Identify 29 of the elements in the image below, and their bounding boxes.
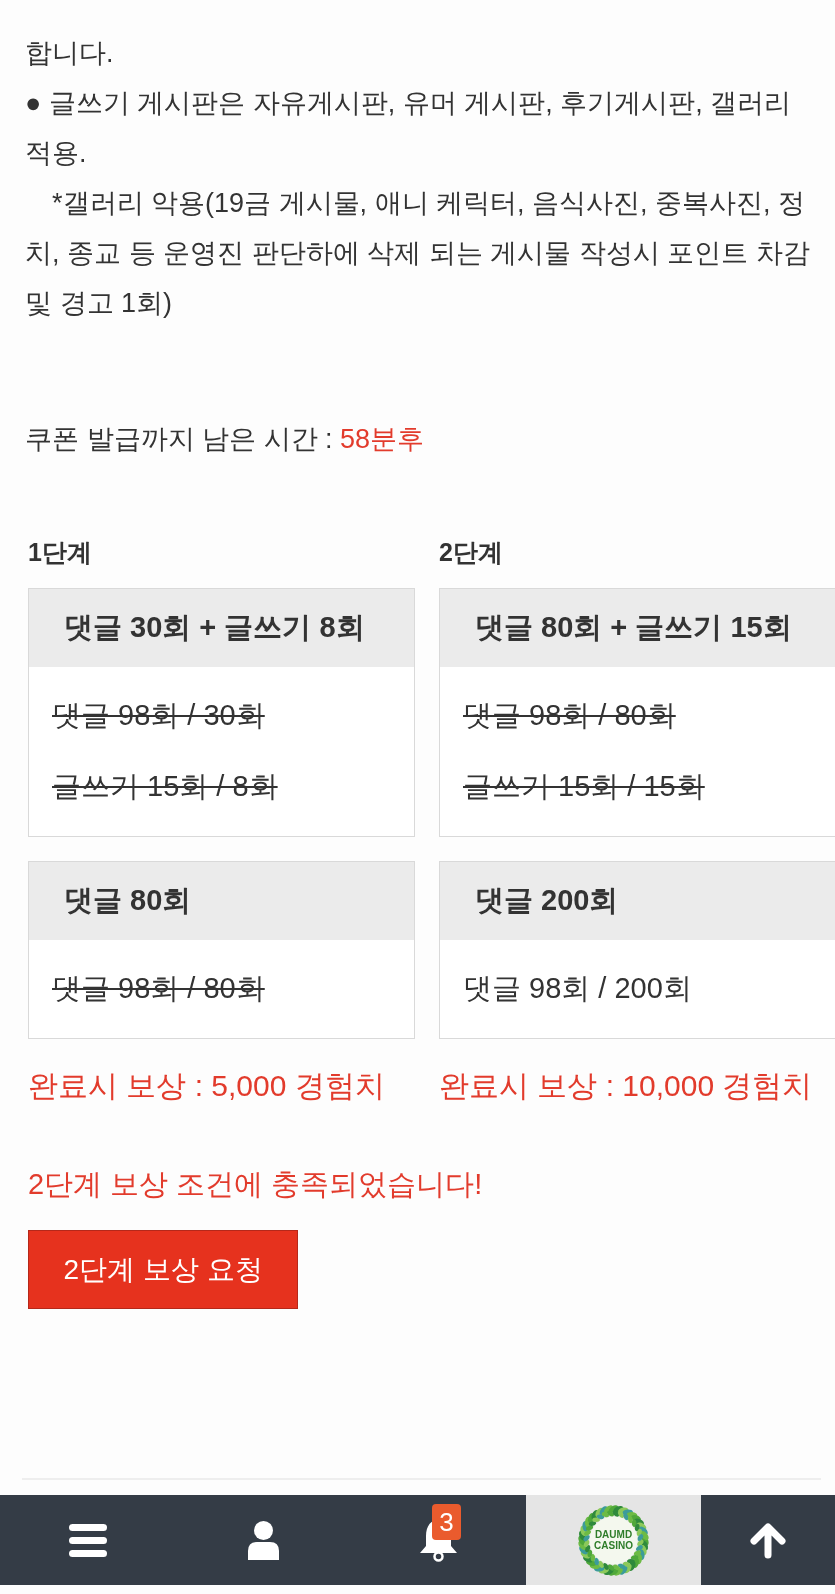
mission-heading: 댓글 30회 + 글쓰기 8회: [29, 589, 414, 667]
progress-text: 글쓰기 15회 / 15회: [463, 769, 706, 804]
progress-text: 글쓰기 15회 / 8회: [52, 769, 279, 804]
rule-text: ● 글쓰기 게시판은 자유게시판, 유머 게시판, 후기게시판, 갤러리 적용.: [25, 87, 793, 170]
mission-heading: 댓글 80회: [29, 862, 414, 940]
timer-value: 58분후: [340, 424, 425, 454]
progress-text: 댓글 98회 / 80회: [463, 698, 677, 733]
note-text: *갤러리 악용(19금 게시물, 애니 케릭터, 음식사진, 중복사진, 정치, 종교 등 운영진 판단하에 삭제 되는 게시물 작성시 포인트 차감 및 경고 1회): [25, 187, 811, 320]
notification-badge: 3: [432, 1503, 461, 1540]
stage-title: 1단계: [28, 537, 93, 568]
progress-text: 댓글 98회 / 200회: [463, 971, 693, 1006]
wreath-icon: [576, 1502, 651, 1578]
mission-heading: 댓글 80회 + 글쓰기 15회: [440, 589, 835, 667]
reward-text: 완료시 보상 : 5,000 경험치: [28, 1068, 386, 1104]
reward-text: 완료시 보상 : 10,000 경험치: [439, 1068, 814, 1104]
up-arrow-icon: [749, 1521, 787, 1559]
menu-icon: [69, 1523, 107, 1557]
logo-button[interactable]: DAUMD CASINO: [526, 1495, 701, 1585]
progress-text: 댓글 98회 / 80회: [52, 971, 266, 1006]
claim-reward-button[interactable]: 2단계 보상 요청: [28, 1230, 298, 1309]
timer-label: 쿠폰 발급까지 남은 시간 :: [25, 424, 333, 454]
user-icon: [248, 1520, 279, 1560]
mission-heading: 댓글 200회: [440, 862, 835, 940]
notifications-button[interactable]: 3: [351, 1495, 526, 1585]
stage-title: 2단계: [439, 537, 504, 568]
qualified-message: 2단계 보상 조건에 충족되었습니다!: [28, 1167, 484, 1202]
logo-text: DAUMD CASINO: [594, 1529, 633, 1551]
progress-text: 댓글 98회 / 30회: [52, 698, 266, 733]
rule-text: 합니다.: [25, 37, 115, 70]
